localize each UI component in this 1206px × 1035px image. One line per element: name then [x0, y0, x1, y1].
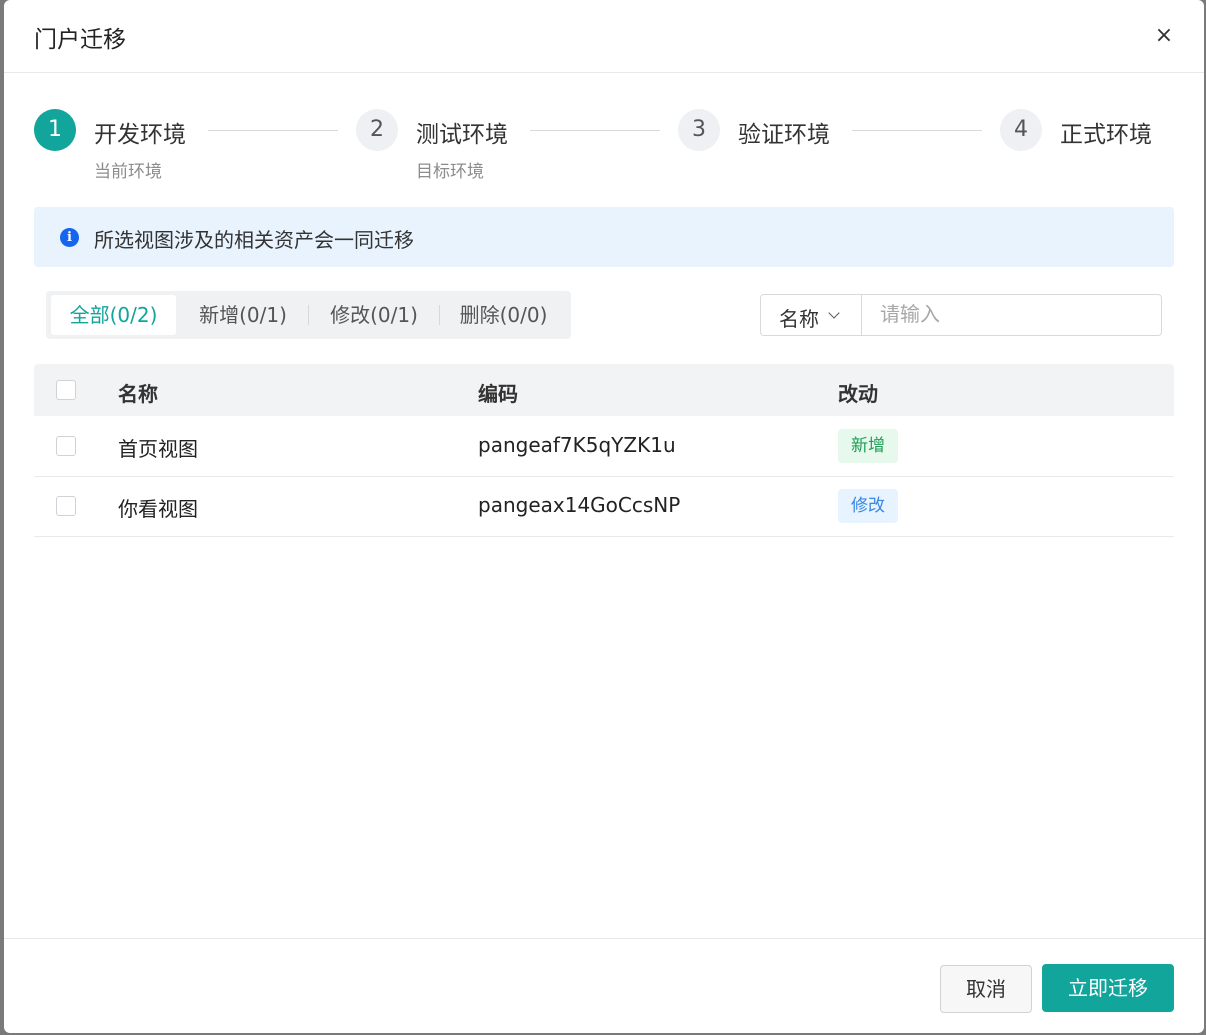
step-4-title: 正式环境: [1060, 122, 1152, 148]
row-code: pangeax14GoCcsNP: [478, 493, 681, 517]
search-input[interactable]: [862, 295, 1170, 333]
info-alert: i 所选视图涉及的相关资产会一同迁移: [34, 207, 1174, 267]
table-header: 名称 编码 改动: [34, 364, 1174, 416]
step-3-number: 3: [678, 109, 720, 151]
dialog-footer: 取消 立即迁移: [4, 938, 1204, 1033]
column-header-change: 改动: [838, 382, 878, 406]
step-connector: [530, 130, 660, 131]
step-1-subtitle: 当前环境: [94, 162, 162, 182]
change-tag-modify: 修改: [838, 489, 898, 523]
step-3-title: 验证环境: [738, 122, 830, 148]
step-1-title: 开发环境: [94, 122, 186, 148]
row-checkbox[interactable]: [56, 436, 76, 456]
search-field-label: 名称: [779, 307, 819, 331]
dialog-header: 门户迁移 ×: [4, 0, 1204, 73]
row-checkbox[interactable]: [56, 496, 76, 516]
change-tag-new: 新增: [838, 429, 898, 463]
dialog-title: 门户迁移: [34, 27, 126, 53]
column-header-name: 名称: [118, 382, 158, 406]
step-connector: [852, 130, 982, 131]
alert-text: 所选视图涉及的相关资产会一同迁移: [94, 228, 414, 252]
tab-new[interactable]: 新增(0/1): [180, 295, 306, 335]
table-row: 首页视图 pangeaf7K5qYZK1u 新增: [34, 417, 1174, 477]
tab-divider: [439, 305, 440, 325]
table-row: 你看视图 pangeax14GoCcsNP 修改: [34, 477, 1174, 537]
step-1-number: 1: [34, 109, 76, 151]
row-name: 首页视图: [118, 437, 198, 461]
search-field-select[interactable]: 名称: [761, 295, 862, 335]
tab-divider: [308, 305, 309, 325]
select-all-checkbox[interactable]: [56, 380, 76, 400]
step-4-number: 4: [1000, 109, 1042, 151]
cancel-button[interactable]: 取消: [940, 965, 1032, 1013]
row-name: 你看视图: [118, 497, 198, 521]
close-icon[interactable]: ×: [1152, 24, 1176, 48]
tab-all[interactable]: 全部(0/2): [51, 295, 176, 335]
filter-tabs: 全部(0/2) 新增(0/1) 修改(0/1) 删除(0/0): [46, 291, 571, 339]
row-code: pangeaf7K5qYZK1u: [478, 433, 676, 457]
step-2-number: 2: [356, 109, 398, 151]
step-2-subtitle: 目标环境: [416, 162, 484, 182]
step-2-title: 测试环境: [416, 122, 508, 148]
chevron-down-icon: [828, 307, 840, 319]
column-header-code: 编码: [478, 382, 518, 406]
step-connector: [208, 130, 338, 131]
search-box: 名称: [760, 294, 1170, 336]
migration-dialog: 门户迁移 × 1 开发环境 当前环境 2 测试环境 目标环境 3 验证环境 4 …: [4, 0, 1204, 1033]
migrate-now-button[interactable]: 立即迁移: [1042, 964, 1174, 1012]
tab-modify[interactable]: 修改(0/1): [310, 295, 438, 335]
tab-delete[interactable]: 删除(0/0): [441, 295, 566, 335]
info-icon: i: [60, 228, 79, 247]
